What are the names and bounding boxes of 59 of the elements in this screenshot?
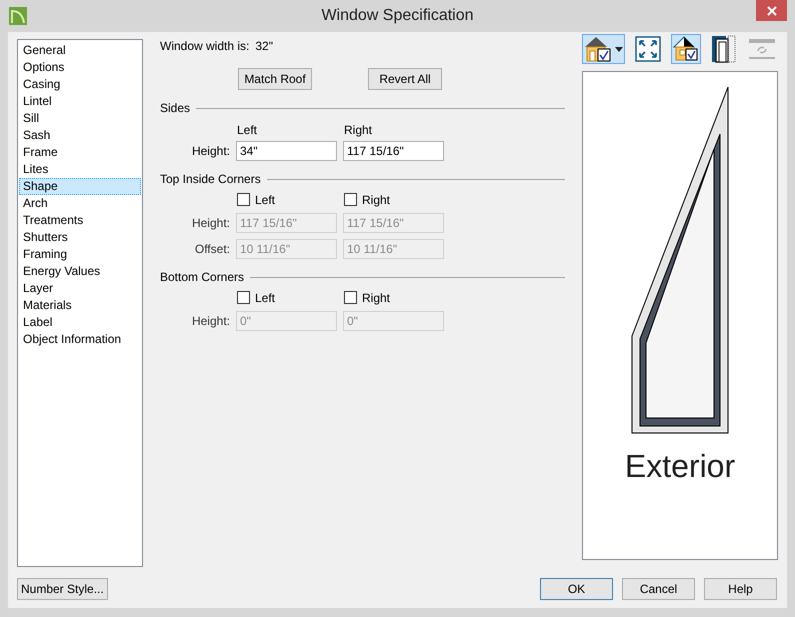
checkbox-label: Left xyxy=(255,192,276,208)
section-heading: Bottom Corners xyxy=(160,269,244,286)
category-item[interactable]: Energy Values xyxy=(19,263,141,280)
checkbox[interactable] xyxy=(237,193,250,206)
window-title: Window Specification xyxy=(320,6,475,26)
category-item[interactable]: Casing xyxy=(19,76,141,93)
width-label: Window width is: xyxy=(160,38,250,55)
dialog-button[interactable]: Help xyxy=(704,578,777,600)
house-check-icon xyxy=(673,36,699,62)
door-frame-icon xyxy=(711,35,737,63)
section-heading: Top Inside Corners xyxy=(160,171,261,188)
app-logo-icon xyxy=(9,7,27,25)
category-item[interactable]: Sash xyxy=(19,127,141,144)
category-item[interactable]: Sill xyxy=(19,110,141,127)
category-item[interactable]: Shape xyxy=(19,178,141,195)
action-button[interactable]: Revert All xyxy=(368,68,442,90)
field-label: Height: xyxy=(190,215,231,232)
checkbox-label: Right xyxy=(362,290,390,306)
dialog-button[interactable]: OK xyxy=(540,578,613,600)
category-item[interactable]: Lites xyxy=(19,161,141,178)
category-item[interactable]: Object Information xyxy=(19,331,141,348)
category-item[interactable]: General xyxy=(19,42,141,59)
width-value: 32" xyxy=(255,38,273,55)
category-item[interactable]: Frame xyxy=(19,144,141,161)
checkbox[interactable] xyxy=(344,193,357,206)
toolbar-button[interactable] xyxy=(633,34,663,64)
category-item[interactable]: Arch xyxy=(19,195,141,212)
exterior-label: Exterior xyxy=(624,450,736,482)
category-item[interactable]: Label xyxy=(19,314,141,331)
field-label: Height: xyxy=(190,143,231,160)
close-icon xyxy=(766,6,776,16)
toolbar-button[interactable] xyxy=(582,34,625,64)
category-item[interactable]: Framing xyxy=(19,246,141,263)
dropdown-caret-icon xyxy=(615,46,623,52)
expand-icon xyxy=(635,36,661,62)
category-item[interactable]: Options xyxy=(19,59,141,76)
checkbox[interactable] xyxy=(344,291,357,304)
checkbox-label: Left xyxy=(255,290,276,306)
swap-icon xyxy=(749,36,775,62)
category-item[interactable]: Layer xyxy=(19,280,141,297)
close-button[interactable] xyxy=(756,0,787,21)
section-heading: Sides xyxy=(160,100,190,117)
value-field[interactable]: 117 15/16" xyxy=(343,141,444,161)
toolbar-button[interactable] xyxy=(671,34,701,64)
house-check-icon xyxy=(584,36,612,62)
value-field[interactable]: 34" xyxy=(236,141,337,161)
action-button[interactable]: Match Roof xyxy=(238,68,312,90)
category-item[interactable]: Treatments xyxy=(19,212,141,229)
category-item[interactable]: Lintel xyxy=(19,93,141,110)
checkbox-label: Right xyxy=(362,192,390,208)
number-style-button[interactable]: Number Style... xyxy=(17,578,108,600)
category-item[interactable]: Materials xyxy=(19,297,141,314)
column-label: Right xyxy=(344,122,374,135)
field-label: Height: xyxy=(190,313,231,330)
category-item[interactable]: Shutters xyxy=(19,229,141,246)
column-label: Left xyxy=(237,122,258,135)
dialog-button[interactable]: Cancel xyxy=(622,578,695,600)
field-label: Offset: xyxy=(194,241,231,258)
checkbox[interactable] xyxy=(237,291,250,304)
